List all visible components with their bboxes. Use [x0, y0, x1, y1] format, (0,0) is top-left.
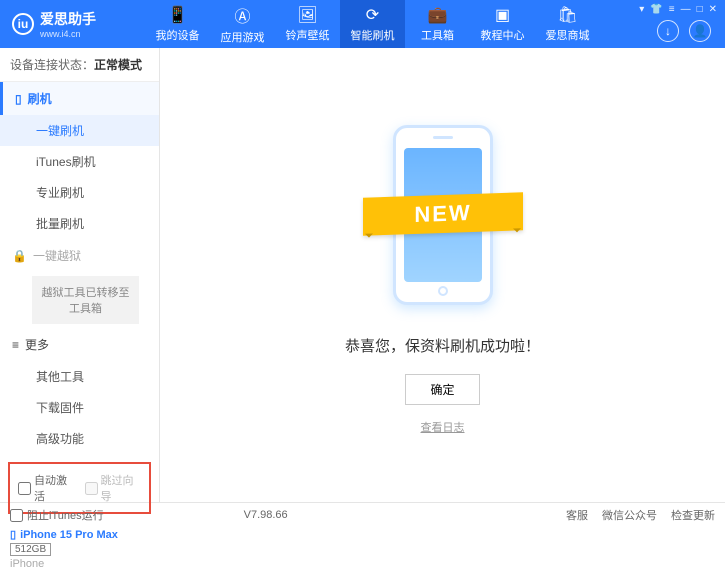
phone-icon: ▯: [15, 92, 22, 106]
store-icon: 🛍: [557, 5, 577, 25]
ok-button[interactable]: 确定: [405, 374, 479, 405]
user-button[interactable]: 👤: [689, 20, 711, 42]
auto-activate-checkbox[interactable]: 自动激活: [18, 472, 75, 504]
tshirt-icon[interactable]: 👕: [650, 4, 662, 15]
maximize-icon[interactable]: □: [697, 4, 703, 15]
nav: 📱我的设备 Ⓐ应用游戏 🖼铃声壁纸 ⟳智能刷机 💼工具箱 ▣教程中心 🛍爱思商城: [145, 0, 600, 48]
nav-ringtones[interactable]: 🖼铃声壁纸: [275, 0, 340, 48]
device-type: iPhone: [10, 558, 149, 570]
list-icon: ≡: [12, 338, 19, 352]
nav-apps[interactable]: Ⓐ应用游戏: [210, 0, 275, 48]
menu-list-icon[interactable]: ≡: [669, 4, 675, 15]
sidebar-item-onekey[interactable]: 一键刷机: [0, 115, 159, 146]
close-icon[interactable]: ✕: [709, 4, 717, 15]
sidebar-item-advanced[interactable]: 高级功能: [0, 423, 159, 454]
block-itunes-checkbox[interactable]: 阻止iTunes运行: [10, 507, 104, 523]
sidebar: 设备连接状态：正常模式 ▯ 刷机 一键刷机 iTunes刷机 专业刷机 批量刷机…: [0, 48, 160, 502]
app-url: www.i4.cn: [40, 29, 96, 39]
logo-area: iu 爱思助手 www.i4.cn: [0, 9, 145, 39]
sidebar-item-itunes[interactable]: iTunes刷机: [0, 146, 159, 177]
success-message: 恭喜您，保资料刷机成功啦！: [345, 335, 540, 356]
nav-tutorials[interactable]: ▣教程中心: [470, 0, 535, 48]
nav-toolbox[interactable]: 💼工具箱: [405, 0, 470, 48]
window-controls: ▾ 👕 ≡ — □ ✕: [639, 4, 717, 15]
sidebar-item-batch[interactable]: 批量刷机: [0, 208, 159, 239]
footer-wechat[interactable]: 微信公众号: [602, 507, 657, 523]
apps-icon: Ⓐ: [234, 3, 250, 27]
minimize-icon[interactable]: —: [681, 4, 691, 15]
menu-icon[interactable]: ▾: [639, 4, 644, 15]
connection-status: 设备连接状态：正常模式: [0, 48, 159, 82]
device-name[interactable]: ▯iPhone 15 Pro Max: [10, 528, 149, 541]
sidebar-section-flash[interactable]: ▯ 刷机: [0, 82, 159, 115]
tutorial-icon: ▣: [495, 5, 510, 25]
sidebar-item-pro[interactable]: 专业刷机: [0, 177, 159, 208]
skip-guide-checkbox[interactable]: 跳过向导: [85, 472, 142, 504]
view-log-link[interactable]: 查看日志: [421, 419, 465, 435]
header-actions: ↓ 👤: [657, 20, 711, 42]
sidebar-item-download[interactable]: 下载固件: [0, 392, 159, 423]
flash-icon: ⟳: [366, 5, 379, 25]
header: iu 爱思助手 www.i4.cn 📱我的设备 Ⓐ应用游戏 🖼铃声壁纸 ⟳智能刷…: [0, 0, 725, 48]
jailbreak-note: 越狱工具已转移至工具箱: [32, 276, 139, 324]
phone-illustration: NEW: [368, 115, 518, 315]
device-icon: ▯: [10, 528, 16, 541]
lock-icon: 🔒: [12, 249, 27, 263]
main-content: NEW 恭喜您，保资料刷机成功啦！ 确定 查看日志: [160, 48, 725, 502]
nav-store[interactable]: 🛍爱思商城: [535, 0, 600, 48]
sidebar-section-more[interactable]: ≡ 更多: [0, 328, 159, 361]
storage-badge: 512GB: [10, 543, 51, 556]
footer-service[interactable]: 客服: [566, 507, 588, 523]
footer-update[interactable]: 检查更新: [671, 507, 715, 523]
toolbox-icon: 💼: [428, 5, 448, 25]
sidebar-item-other[interactable]: 其他工具: [0, 361, 159, 392]
sidebar-section-jailbreak: 🔒 一键越狱: [0, 239, 159, 272]
nav-my-device[interactable]: 📱我的设备: [145, 0, 210, 48]
new-ribbon: NEW: [363, 192, 523, 236]
app-name: 爱思助手: [40, 9, 96, 29]
wallpaper-icon: 🖼: [297, 5, 317, 25]
download-button[interactable]: ↓: [657, 20, 679, 42]
logo-icon: iu: [12, 13, 34, 35]
nav-flash[interactable]: ⟳智能刷机: [340, 0, 405, 48]
device-icon: 📱: [168, 5, 188, 25]
device-info: ▯iPhone 15 Pro Max 512GB iPhone: [0, 522, 159, 576]
version-label: V7.98.66: [244, 509, 288, 521]
